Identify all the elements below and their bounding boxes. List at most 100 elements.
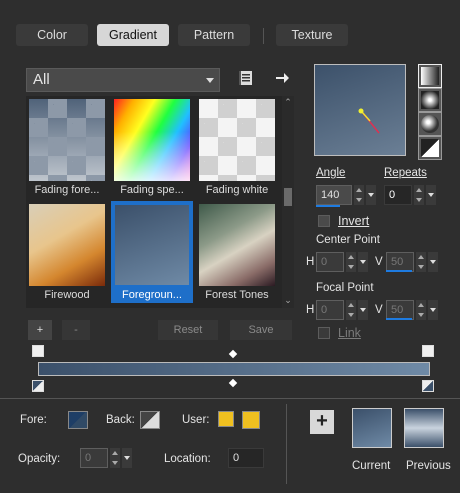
fore-swatch[interactable] bbox=[68, 411, 88, 429]
focal-h-label: H bbox=[306, 304, 315, 316]
angle-handle-icon[interactable] bbox=[315, 65, 405, 155]
focal-h-input[interactable]: 0 bbox=[316, 300, 344, 320]
transparency-midpoint[interactable] bbox=[228, 349, 238, 359]
repeats-input[interactable]: 0 bbox=[384, 185, 412, 205]
repeats-label: Repeats bbox=[384, 167, 427, 179]
repeats-stepper[interactable] bbox=[414, 185, 424, 205]
tab-gradient[interactable]: Gradient bbox=[97, 24, 169, 46]
save-button[interactable]: Save bbox=[230, 320, 292, 340]
focal-h-dropdown-icon[interactable] bbox=[358, 300, 368, 320]
gradient-label: Firewood bbox=[44, 289, 90, 301]
radial-gradient-icon bbox=[421, 115, 439, 133]
center-h-input[interactable]: 0 bbox=[316, 252, 344, 272]
location-input[interactable]: 0 bbox=[228, 448, 264, 468]
current-label: Current bbox=[352, 460, 391, 472]
focal-h-stepper[interactable] bbox=[346, 300, 356, 320]
center-h-label: H bbox=[306, 256, 315, 268]
add-gradient-button[interactable]: + bbox=[28, 320, 52, 340]
remove-gradient-button[interactable]: - bbox=[62, 320, 90, 340]
gradient-thumbnail bbox=[199, 99, 275, 181]
scroll-down-icon[interactable]: ⌄ bbox=[284, 296, 292, 305]
opacity-label: Opacity: bbox=[18, 453, 61, 465]
list-view-icon[interactable] bbox=[238, 70, 254, 86]
rectangular-gradient-button[interactable] bbox=[418, 88, 442, 112]
arrow-right-icon[interactable] bbox=[274, 70, 290, 86]
user-swatch-1[interactable] bbox=[218, 411, 234, 427]
location-label: Location: bbox=[164, 453, 211, 465]
current-gradient-swatch[interactable] bbox=[352, 408, 392, 448]
opacity-input[interactable]: 0 bbox=[80, 448, 108, 468]
transparency-stop-start[interactable] bbox=[32, 345, 44, 357]
back-swatch[interactable] bbox=[140, 411, 160, 429]
tab-pattern[interactable]: Pattern bbox=[178, 24, 250, 46]
tab-color[interactable]: Color bbox=[16, 24, 88, 46]
gradient-label: Foregroun... bbox=[122, 289, 182, 301]
category-dropdown[interactable]: All bbox=[26, 68, 220, 92]
reset-button[interactable]: Reset bbox=[158, 320, 218, 340]
angle-dropdown-icon[interactable] bbox=[366, 185, 376, 205]
fore-label-text: Fore: bbox=[20, 414, 47, 426]
angle-input[interactable]: 140 bbox=[316, 185, 352, 205]
linear-gradient-icon bbox=[421, 67, 439, 85]
gradient-label: Fading white bbox=[205, 184, 269, 196]
angle-stepper[interactable] bbox=[354, 185, 364, 205]
gradient-item-forest-tones[interactable]: Forest Tones bbox=[196, 201, 278, 303]
previous-gradient-swatch[interactable] bbox=[404, 408, 444, 448]
center-h-dropdown-icon[interactable] bbox=[358, 252, 368, 272]
divider bbox=[0, 398, 460, 399]
opacity-stepper[interactable] bbox=[110, 448, 120, 468]
center-v-stepper[interactable] bbox=[416, 252, 426, 272]
invert-label: Invert bbox=[338, 214, 370, 228]
radial-gradient-button[interactable] bbox=[418, 112, 442, 136]
focal-v-label: V bbox=[375, 304, 383, 316]
scrollbar-thumb[interactable] bbox=[284, 188, 292, 206]
gradient-label: Fading fore... bbox=[34, 184, 100, 196]
focal-point-label: Focal Point bbox=[316, 282, 374, 294]
gradient-item-fading-white[interactable]: Fading white bbox=[196, 96, 278, 198]
gradient-thumbnail bbox=[114, 99, 190, 181]
gradient-editor-bar[interactable] bbox=[38, 362, 430, 376]
gradient-thumbnail bbox=[29, 204, 105, 286]
color-stop-end[interactable] bbox=[422, 380, 434, 392]
gradient-item-foreground[interactable]: Foregroun... bbox=[111, 201, 193, 303]
focal-v-input[interactable]: 50 bbox=[386, 300, 414, 320]
category-value: All bbox=[33, 71, 50, 88]
add-to-swatches-button[interactable]: + bbox=[310, 410, 334, 434]
gradient-item-fading-foreground[interactable]: Fading fore... bbox=[26, 96, 108, 198]
gradient-label: Fading spe... bbox=[120, 184, 184, 196]
focal-v-dropdown-icon[interactable] bbox=[428, 300, 438, 320]
scroll-up-icon[interactable]: ⌃ bbox=[284, 98, 292, 107]
link-checkbox[interactable] bbox=[318, 327, 330, 339]
tab-separator bbox=[263, 28, 264, 44]
chevron-down-icon bbox=[206, 78, 214, 83]
center-point-label: Center Point bbox=[316, 234, 380, 246]
center-v-slider-fill bbox=[386, 270, 412, 272]
gradient-item-fading-spectrum[interactable]: Fading spe... bbox=[111, 96, 193, 198]
fore-label: Fore: bbox=[20, 414, 47, 426]
opacity-dropdown-icon[interactable] bbox=[122, 448, 132, 468]
transparency-stop-end[interactable] bbox=[422, 345, 434, 357]
gradient-list-scrollbar[interactable]: ⌃ ⌄ bbox=[282, 96, 294, 308]
divider bbox=[286, 404, 287, 484]
sunburst-gradient-button[interactable] bbox=[418, 136, 442, 160]
center-v-label: V bbox=[375, 256, 383, 268]
center-v-dropdown-icon[interactable] bbox=[428, 252, 438, 272]
color-midpoint[interactable] bbox=[228, 378, 238, 388]
tab-texture[interactable]: Texture bbox=[276, 24, 348, 46]
linear-gradient-button[interactable] bbox=[418, 64, 442, 88]
previous-label: Previous bbox=[406, 460, 451, 472]
sunburst-gradient-icon bbox=[421, 139, 439, 157]
color-stop-start[interactable] bbox=[32, 380, 44, 392]
focal-v-stepper[interactable] bbox=[416, 300, 426, 320]
center-h-stepper[interactable] bbox=[346, 252, 356, 272]
angle-slider-fill bbox=[316, 205, 340, 207]
invert-checkbox[interactable] bbox=[318, 215, 330, 227]
gradient-item-firewood[interactable]: Firewood bbox=[26, 201, 108, 303]
user-swatch-2[interactable] bbox=[242, 411, 260, 429]
angle-label: Angle bbox=[316, 167, 346, 179]
repeats-dropdown-icon[interactable] bbox=[426, 185, 436, 205]
gradient-preview[interactable] bbox=[314, 64, 406, 156]
rectangular-gradient-icon bbox=[421, 91, 439, 109]
gradient-label: Forest Tones bbox=[205, 289, 269, 301]
center-v-input[interactable]: 50 bbox=[386, 252, 414, 272]
